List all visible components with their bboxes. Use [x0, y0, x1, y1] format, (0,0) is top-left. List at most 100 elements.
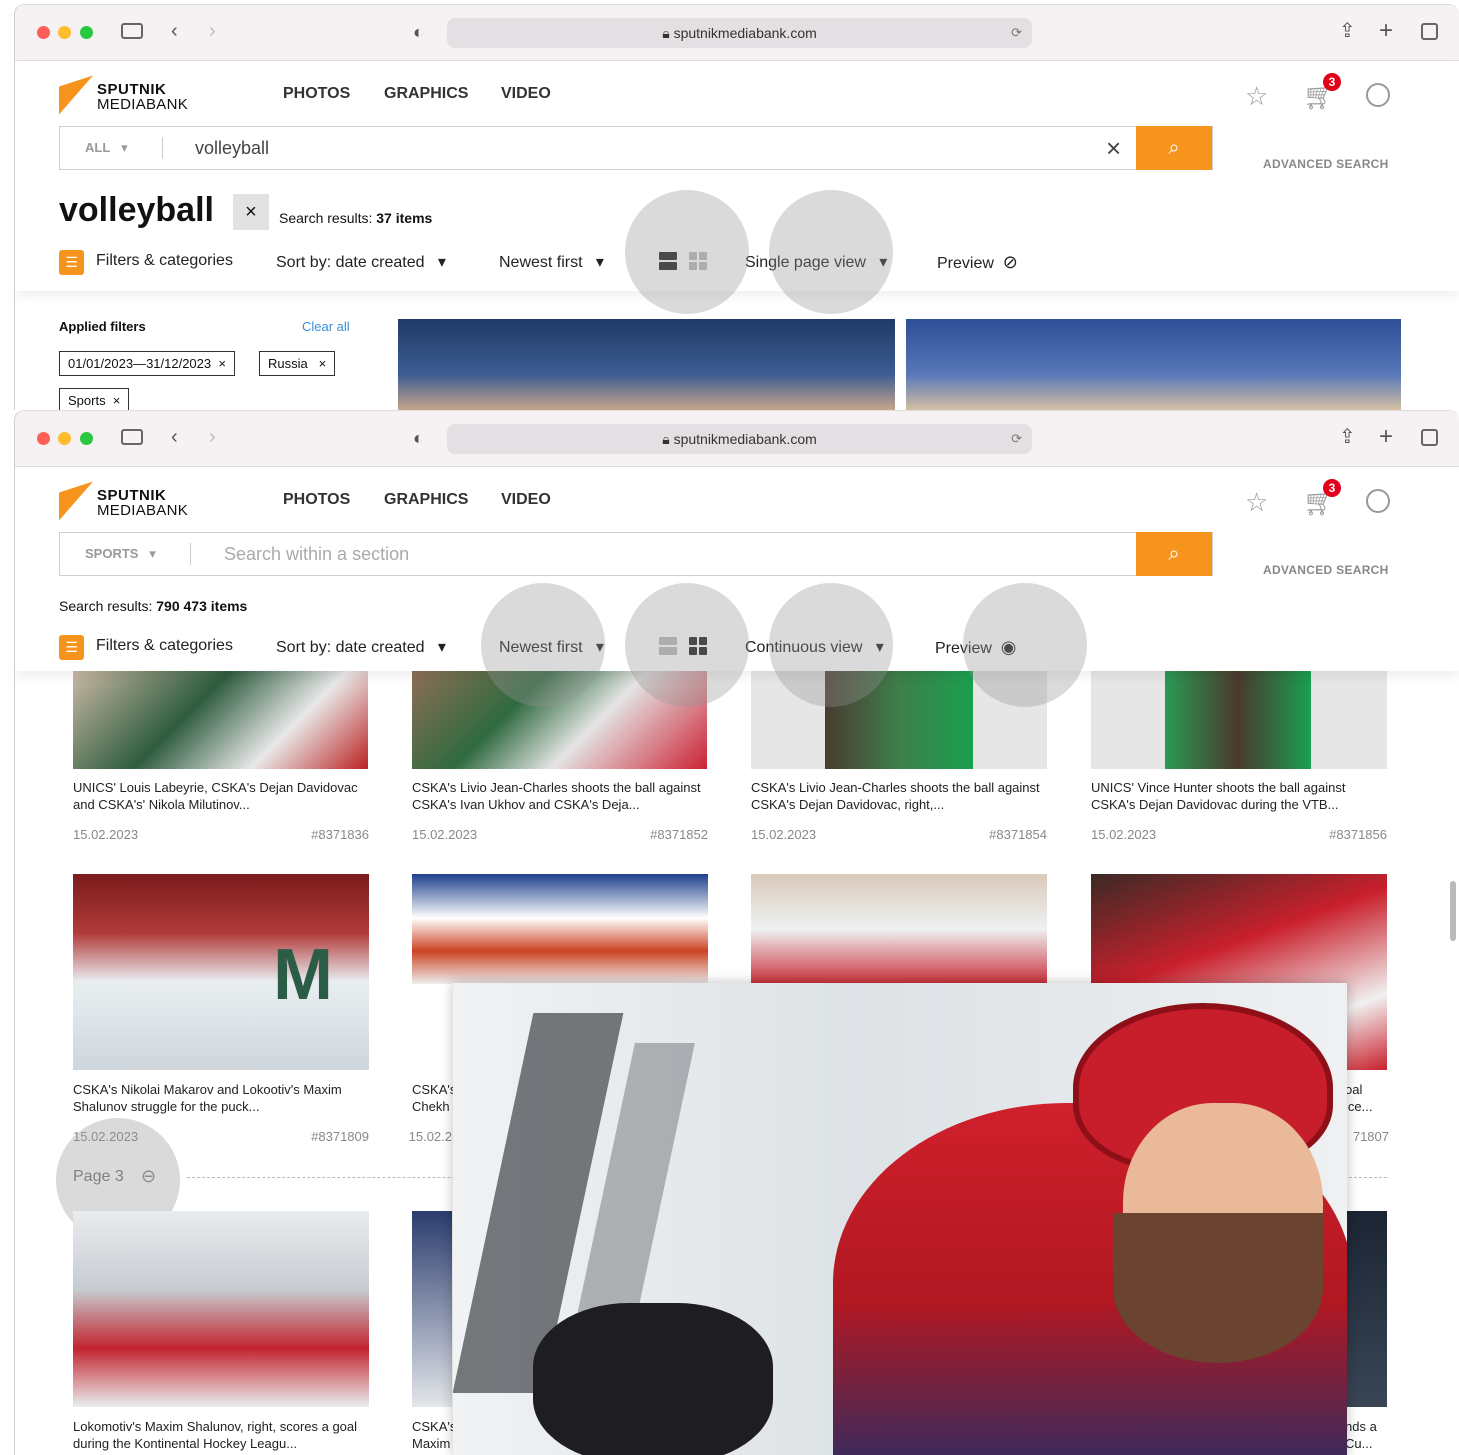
share-icon[interactable]: ⇪: [1339, 21, 1356, 41]
browser-toolbar: ‹ › ◐ 🔒︎ sputnikmediabank.com ⟳ ⇪ +: [15, 5, 1459, 61]
filters-icon[interactable]: ☰: [59, 635, 84, 660]
sputnik-logo[interactable]: SPUTNIK MEDIABANK: [59, 481, 209, 523]
filters-toggle[interactable]: Filters & categories: [96, 637, 233, 655]
photo-caption[interactable]: CSKA's Maxim: [412, 1418, 456, 1452]
click-highlight: [963, 583, 1087, 707]
lock-icon: 🔒︎: [662, 431, 674, 447]
address-bar[interactable]: 🔒︎ sputnikmediabank.com ⟳: [447, 424, 1032, 454]
sputnik-logo[interactable]: SPUTNIK MEDIABANK: [59, 75, 209, 117]
photo-thumbnail[interactable]: [1345, 1211, 1387, 1407]
cart-badge: 3: [1323, 479, 1341, 497]
sort-select[interactable]: Sort by: date created ▾: [276, 252, 446, 272]
photo-thumbnail[interactable]: [1091, 671, 1387, 769]
clear-query-button[interactable]: ×: [233, 194, 269, 230]
filter-chip-category[interactable]: Sports ×: [59, 388, 130, 410]
back-icon[interactable]: ‹: [171, 21, 178, 41]
new-tab-icon[interactable]: +: [1379, 425, 1393, 449]
photo-thumbnail[interactable]: [73, 671, 368, 769]
click-highlight: [769, 190, 893, 314]
clear-filters-link[interactable]: Clear all: [302, 319, 350, 334]
zoom-window-button[interactable]: [80, 26, 93, 39]
minimize-window-button[interactable]: [58, 26, 71, 39]
click-highlight: [625, 190, 749, 314]
photo-meta: 15.02.2023 #8371836: [73, 827, 369, 842]
nav-graphics[interactable]: GRAPHICS: [384, 85, 468, 103]
advanced-search-link[interactable]: ADVANCED SEARCH: [1263, 563, 1389, 577]
advanced-search-link[interactable]: ADVANCED SEARCH: [1263, 157, 1389, 171]
photo-thumbnail[interactable]: [412, 1211, 452, 1407]
share-icon[interactable]: ⇪: [1339, 427, 1356, 447]
search-icon: ⌕: [1168, 137, 1180, 159]
photo-caption[interactable]: CSKA's Livio Jean-Charles shoots the bal…: [412, 779, 712, 813]
photo-thumbnail[interactable]: M: [73, 874, 369, 1070]
zoom-window-button[interactable]: [80, 432, 93, 445]
tabs-overview-icon[interactable]: [1421, 23, 1438, 40]
search-button[interactable]: ⌕: [1136, 532, 1212, 576]
filters-toggle[interactable]: Filters & categories: [96, 252, 233, 270]
volleyball-photo[interactable]: [398, 319, 895, 410]
search-bar: SPORTS ▾ Search within a section ⌕: [59, 532, 1213, 576]
nav-photos[interactable]: PHOTOS: [283, 491, 350, 509]
star-icon[interactable]: ☆: [1245, 81, 1268, 112]
close-window-button[interactable]: [37, 26, 50, 39]
sidebar-icon[interactable]: [121, 23, 143, 39]
photo-caption[interactable]: UNICS' Louis Labeyrie, CSKA's Dejan Davi…: [73, 779, 373, 813]
nav-graphics[interactable]: GRAPHICS: [384, 491, 468, 509]
photo-caption[interactable]: CSKA's Livio Jean-Charles shoots the bal…: [751, 779, 1051, 813]
photo-meta: 15.02.2023 #8371852: [412, 827, 708, 842]
reload-icon[interactable]: ⟳: [1011, 18, 1022, 48]
close-window-button[interactable]: [37, 432, 50, 445]
back-icon[interactable]: ‹: [171, 427, 178, 447]
shield-icon[interactable]: ◐: [413, 22, 424, 42]
scrollbar-thumb[interactable]: [1450, 881, 1456, 941]
new-tab-icon[interactable]: +: [1379, 19, 1393, 43]
forward-icon[interactable]: ›: [209, 21, 216, 41]
volleyball-photo[interactable]: [906, 319, 1401, 410]
search-input[interactable]: volleyball: [195, 127, 269, 169]
photo-thumbnail[interactable]: [73, 1211, 369, 1407]
results-count: Search results: 790 473 items: [59, 598, 248, 614]
minimize-window-button[interactable]: [58, 432, 71, 445]
address-bar[interactable]: 🔒︎ sputnikmediabank.com ⟳: [447, 18, 1032, 48]
applied-filters-title: Applied filters: [59, 319, 146, 334]
clear-search-icon[interactable]: ×: [1106, 127, 1121, 169]
star-icon[interactable]: ☆: [1245, 487, 1268, 518]
photo-caption[interactable]: UNICS' Vince Hunter shoots the ball agai…: [1091, 779, 1391, 813]
order-select[interactable]: Newest first ▾: [499, 252, 604, 272]
search-category-select[interactable]: ALL ▾: [85, 127, 128, 169]
photo-caption[interactable]: oal ice...: [1345, 1081, 1389, 1115]
lock-icon: 🔒︎: [662, 25, 674, 41]
account-icon[interactable]: [1366, 83, 1390, 107]
tabs-overview-icon[interactable]: [1421, 429, 1438, 446]
photo-caption[interactable]: Lokomotiv's Maxim Shalunov, right, score…: [73, 1418, 373, 1452]
url-text: sputnikmediabank.com: [673, 25, 817, 41]
shield-icon[interactable]: ◐: [413, 428, 424, 448]
sort-select[interactable]: Sort by: date created ▾: [276, 637, 446, 657]
filters-icon[interactable]: ☰: [59, 250, 84, 275]
search-input[interactable]: Search within a section: [224, 533, 409, 575]
account-icon[interactable]: [1366, 489, 1390, 513]
search-bar: ALL ▾ volleyball × ⌕: [59, 126, 1213, 170]
search-button[interactable]: ⌕: [1136, 126, 1212, 170]
reload-icon[interactable]: ⟳: [1011, 424, 1022, 454]
nav-photos[interactable]: PHOTOS: [283, 85, 350, 103]
search-category-select[interactable]: SPORTS ▾: [85, 533, 156, 575]
click-highlight: [625, 583, 749, 707]
forward-icon[interactable]: ›: [209, 427, 216, 447]
preview-overlay-photo[interactable]: [453, 983, 1347, 1455]
photo-thumbnail[interactable]: [751, 874, 1047, 984]
photo-thumbnail[interactable]: [412, 874, 708, 984]
photo-caption[interactable]: CSKA's Nikolai Makarov and Lokootiv's Ma…: [73, 1081, 373, 1115]
filter-chip-date[interactable]: 01/01/2023—31/12/2023 ×: [59, 351, 235, 376]
photo-caption[interactable]: nds a Cu...: [1345, 1418, 1389, 1452]
sidebar-icon[interactable]: [121, 429, 143, 445]
search-heading: volleyball: [59, 191, 214, 229]
photo-caption[interactable]: CSKA's Chekh: [412, 1081, 456, 1115]
results-count: Search results: 37 items: [279, 210, 433, 226]
nav-video[interactable]: VIDEO: [501, 85, 551, 103]
nav-video[interactable]: VIDEO: [501, 491, 551, 509]
click-highlight: [769, 583, 893, 707]
filter-chip-country[interactable]: Russia ×: [259, 351, 336, 376]
preview-toggle[interactable]: Preview ⊘: [937, 252, 1018, 273]
url-text: sputnikmediabank.com: [673, 431, 817, 447]
